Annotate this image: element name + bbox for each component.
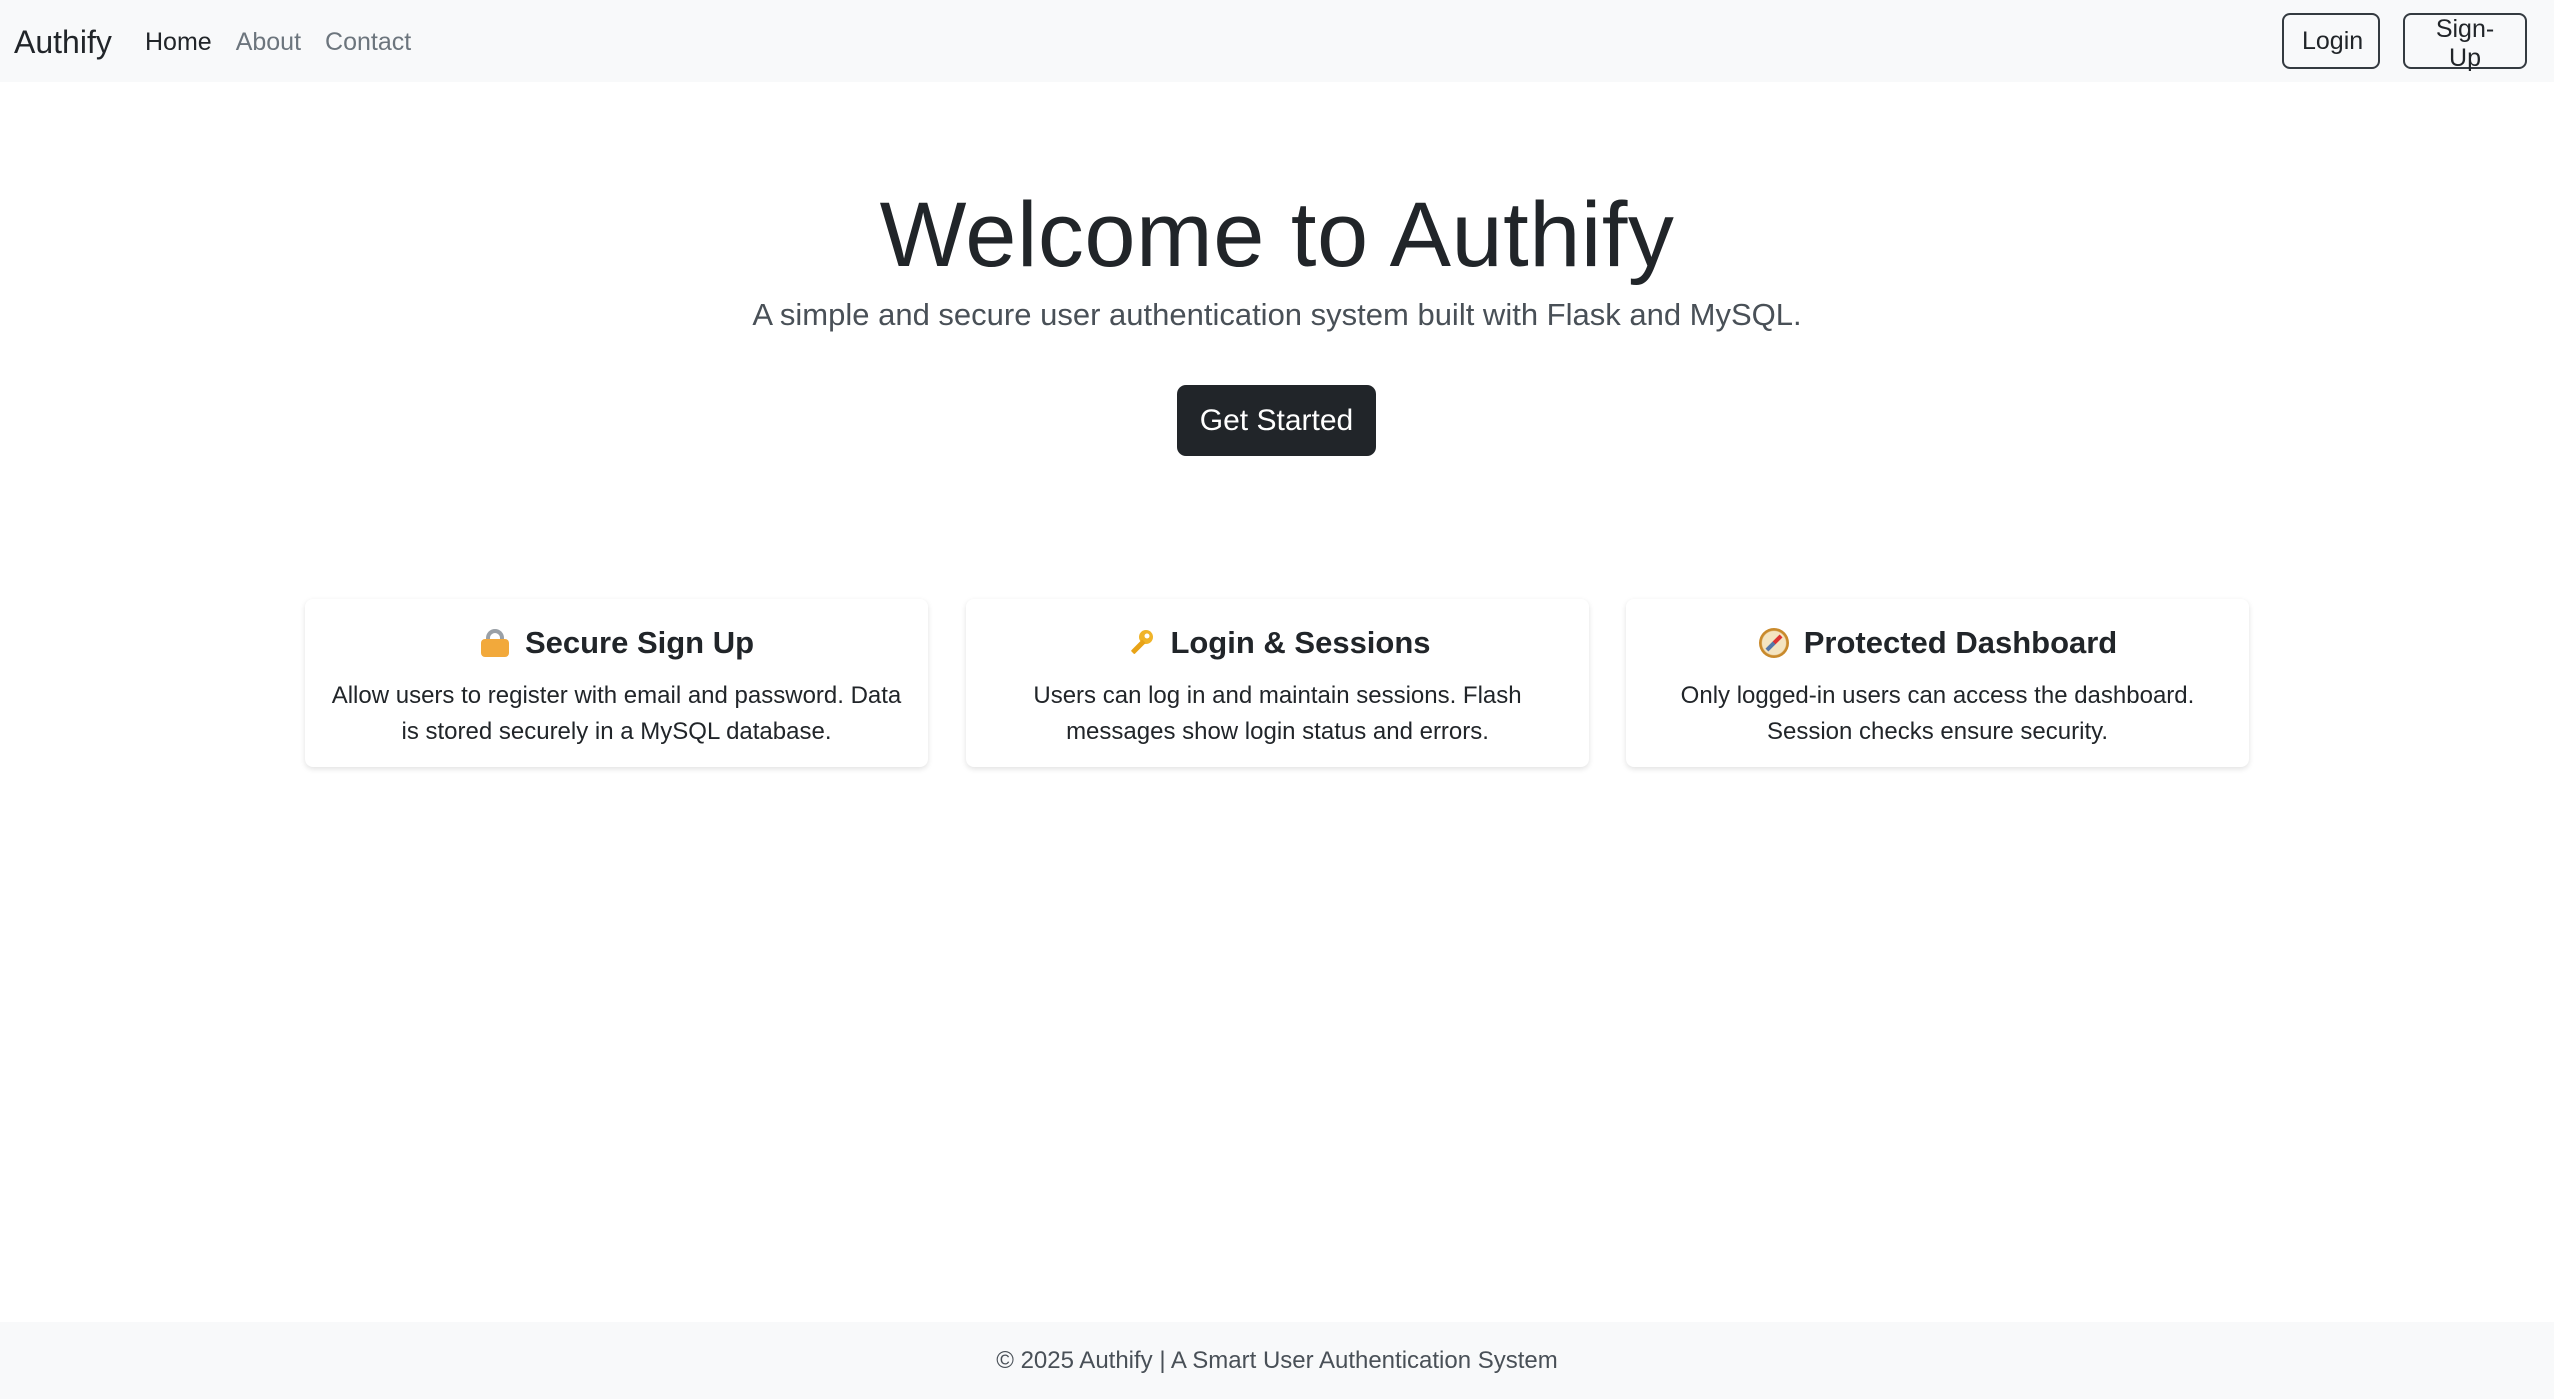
key-icon [1124, 627, 1156, 659]
nav-link-about[interactable]: About [236, 26, 301, 58]
feature-card-text: Users can log in and maintain sessions. … [1033, 682, 1522, 745]
footer-text: © 2025 Authify | A Smart User Authentica… [996, 1347, 1558, 1374]
feature-card-protected-dashboard: Protected Dashboard Only logged-in users… [1626, 599, 2249, 767]
login-button[interactable]: Login [2282, 13, 2380, 69]
feature-card-title: Secure Sign Up [524, 625, 755, 660]
compass-icon [1758, 627, 1790, 659]
lock-icon [479, 627, 511, 659]
feature-card-text: Allow users to register with email and p… [331, 682, 902, 745]
page: Authify Home About Contact Login Sign-Up… [0, 0, 2554, 1399]
feature-card-title: Login & Sessions [1170, 625, 1431, 660]
get-started-button[interactable]: Get Started [1177, 385, 1376, 456]
feature-card-header: Login & Sessions [966, 622, 1589, 664]
feature-card-title: Protected Dashboard [1803, 625, 2118, 660]
hero-title: Welcome to Authify [879, 184, 1675, 286]
feature-card-login-sessions: Login & Sessions Users can log in and ma… [966, 599, 1589, 767]
feature-card-header: Protected Dashboard [1626, 622, 2249, 664]
navbar: Authify Home About Contact Login Sign-Up [0, 0, 2554, 82]
feature-card-secure-signup: Secure Sign Up Allow users to register w… [305, 599, 928, 767]
nav-link-home[interactable]: Home [145, 26, 212, 58]
nav-links: Home About Contact [145, 26, 435, 58]
signup-button[interactable]: Sign-Up [2403, 13, 2527, 72]
feature-card-header: Secure Sign Up [305, 622, 928, 664]
footer: © 2025 Authify | A Smart User Authentica… [0, 1322, 2554, 1399]
brand-logo[interactable]: Authify [14, 22, 112, 62]
nav-link-contact[interactable]: Contact [325, 26, 411, 58]
hero-subtitle: A simple and secure user authentication … [752, 297, 1802, 332]
feature-card-text: Only logged-in users can access the dash… [1680, 682, 2195, 745]
